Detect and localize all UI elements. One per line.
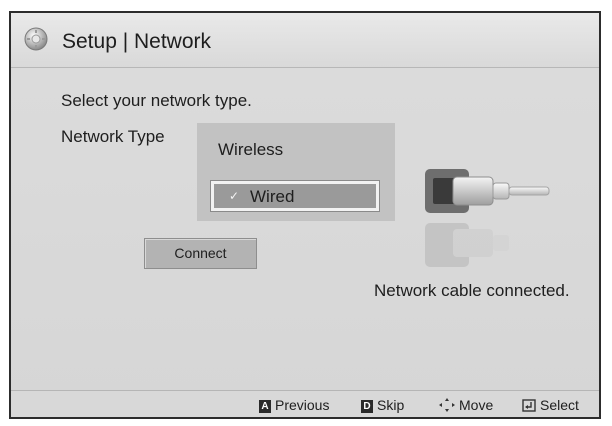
enter-icon — [522, 397, 536, 413]
d-button-icon: D — [361, 400, 373, 413]
button-hint-bar: A Previous D Skip Move Select — [11, 390, 599, 417]
title-bar: Setup | Network — [11, 13, 599, 68]
option-wired-label: Wired — [250, 187, 295, 206]
move-icon — [439, 397, 455, 413]
hint-previous[interactable]: A Previous — [259, 397, 329, 413]
connect-button[interactable]: Connect — [144, 238, 257, 269]
gear-icon — [24, 27, 48, 51]
setup-network-screen: Setup | Network Select your network type… — [9, 11, 601, 419]
connection-status: Network cable connected. — [374, 281, 570, 300]
checkmark-icon: ✓ — [229, 189, 240, 203]
network-type-label: Network Type — [61, 127, 165, 146]
page-title: Setup | Network — [62, 30, 212, 53]
option-wired[interactable]: ✓ Wired — [211, 181, 379, 211]
a-button-icon: A — [259, 400, 271, 413]
network-type-list: Wireless ✓ Wired — [197, 123, 395, 221]
hint-skip[interactable]: D Skip — [361, 397, 404, 413]
option-wireless[interactable]: Wireless — [218, 140, 283, 160]
hint-select[interactable]: Select — [522, 397, 579, 413]
network-cable-icon — [425, 169, 550, 267]
hint-move[interactable]: Move — [439, 397, 493, 413]
instruction-text: Select your network type. — [61, 91, 252, 110]
